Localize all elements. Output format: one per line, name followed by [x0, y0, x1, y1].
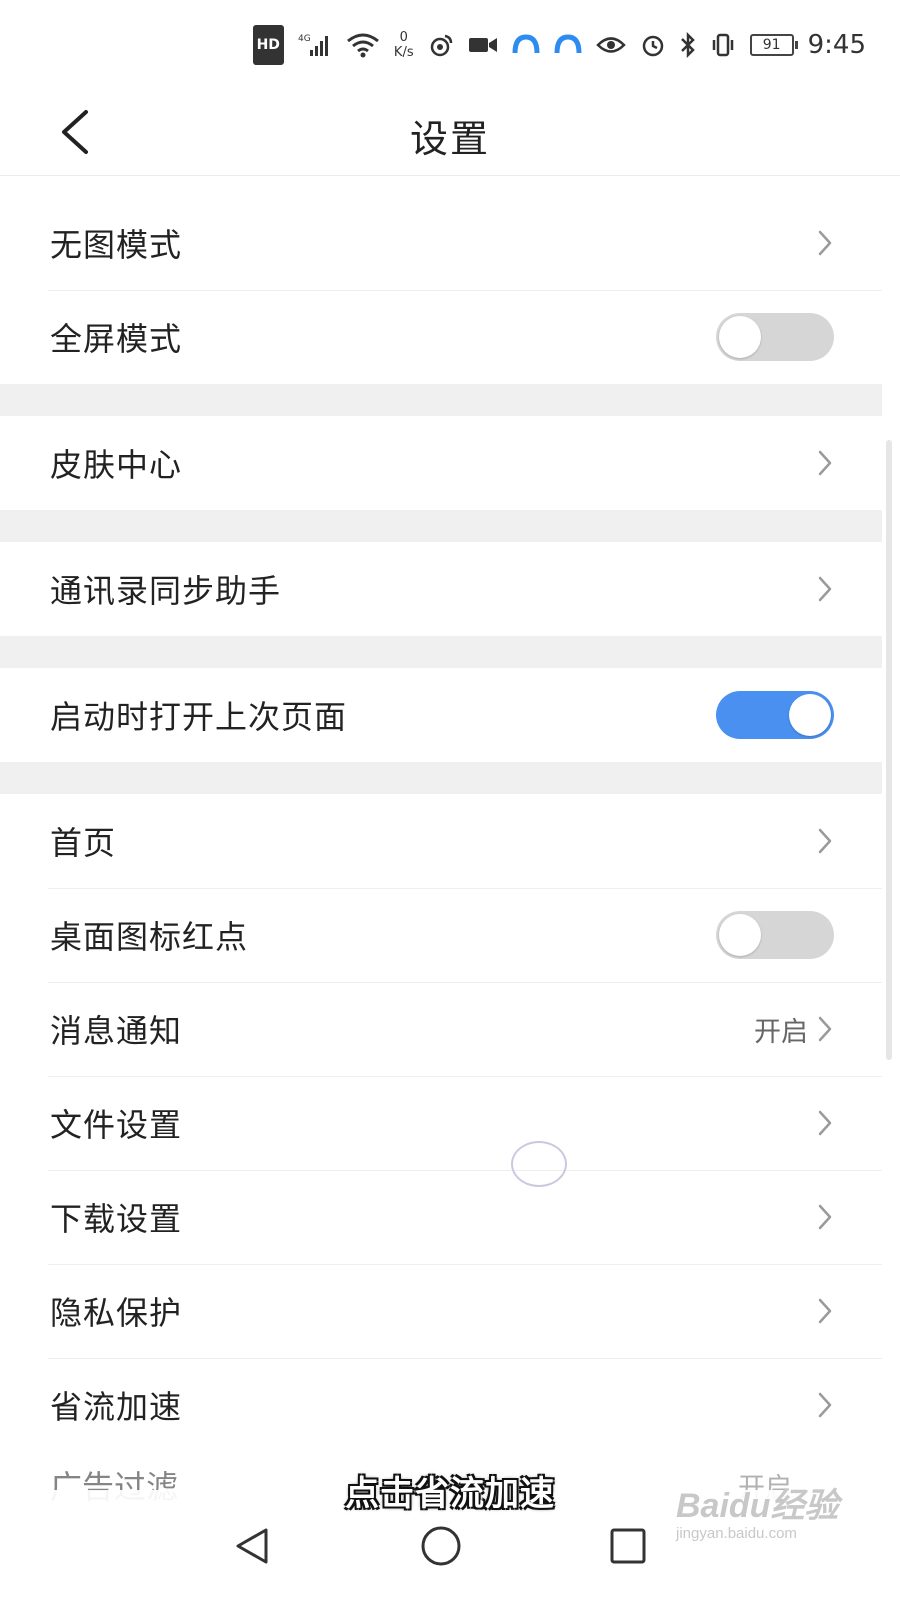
- group-separator: [0, 636, 882, 668]
- settings-row[interactable]: 启动时打开上次页面: [0, 668, 882, 762]
- network-type: 4G: [298, 34, 311, 44]
- settings-row[interactable]: 消息通知 开启: [0, 982, 882, 1076]
- alarm-icon: [640, 25, 666, 65]
- chevron-right-icon: [816, 448, 834, 478]
- settings-row[interactable]: 无图模式: [0, 196, 882, 290]
- row-divider: [48, 290, 882, 291]
- settings-row[interactable]: 省流加速: [0, 1358, 882, 1452]
- settings-row-label: 消息通知: [50, 1012, 183, 1050]
- chevron-right-icon: [816, 1202, 834, 1232]
- network-speed: 0 K/s: [394, 25, 414, 65]
- battery-icon: 91: [749, 34, 798, 56]
- signal-icon: 4G: [298, 25, 332, 65]
- app-icon-blue-1: [512, 25, 540, 65]
- wifi-icon: [346, 25, 380, 65]
- chevron-right-icon: [816, 228, 834, 258]
- toggle-knob: [719, 316, 761, 358]
- toggle-switch[interactable]: [716, 911, 834, 959]
- chevron-right-icon: [816, 574, 834, 604]
- settings-row[interactable]: 桌面图标红点: [0, 888, 882, 982]
- toggle-knob: [719, 914, 761, 956]
- bluetooth-icon: [680, 25, 696, 65]
- speed-value: 0: [399, 30, 408, 45]
- settings-row[interactable]: 皮肤中心: [0, 416, 882, 510]
- row-divider: [48, 1170, 882, 1171]
- settings-row-label: 文件设置: [50, 1106, 183, 1144]
- watermark-main: Baidu经验: [676, 1487, 839, 1525]
- toggle-knob: [789, 694, 831, 736]
- settings-list: 无图模式 全屏模式 皮肤中心 通讯录同步助手 启动时打开上次页面 首页 桌面图标红点 消息通知…: [0, 196, 882, 1452]
- hd-badge: HD: [252, 25, 284, 65]
- settings-row-label: 无图模式: [50, 226, 183, 264]
- touch-indicator: [511, 1141, 567, 1187]
- group-separator: [0, 762, 882, 794]
- speed-unit: K/s: [393, 45, 414, 60]
- chevron-right-icon: [816, 1108, 834, 1138]
- settings-row-label: 启动时打开上次页面: [50, 698, 348, 736]
- vibrate-icon: [710, 25, 736, 65]
- battery-level: 91: [762, 37, 781, 53]
- circle-home-icon: [421, 1526, 461, 1566]
- video-camera-icon: [468, 25, 498, 65]
- chevron-right-icon: [816, 1296, 834, 1326]
- chevron-right-icon: [816, 826, 834, 856]
- settings-row[interactable]: 首页: [0, 794, 882, 888]
- toggle-switch[interactable]: [716, 313, 834, 361]
- settings-row-label: 皮肤中心: [50, 446, 183, 484]
- triangle-back-icon: [236, 1528, 268, 1564]
- clock: 9:45: [807, 30, 866, 60]
- status-bar: HD 4G 0 K/s 91 9:45: [0, 0, 900, 90]
- row-divider: [48, 1264, 882, 1265]
- settings-row-label: 隐私保护: [50, 1294, 183, 1332]
- settings-row-label: 省流加速: [50, 1388, 183, 1426]
- group-separator: [0, 510, 882, 542]
- toggle-switch[interactable]: [716, 691, 834, 739]
- settings-row-label: 桌面图标红点: [50, 918, 249, 956]
- baidu-watermark: Baidu经验 jingyan.baidu.com: [676, 1478, 838, 1542]
- nav-home-button[interactable]: [411, 1518, 471, 1574]
- eye-icon: [595, 25, 626, 65]
- settings-row-label: 下载设置: [50, 1200, 183, 1238]
- nav-recent-button[interactable]: [598, 1518, 658, 1574]
- settings-row-label: 通讯录同步助手: [50, 572, 282, 610]
- chevron-right-icon: [816, 1390, 834, 1420]
- row-divider: [48, 982, 882, 983]
- settings-screen: HD 4G 0 K/s 91 9:45 设置 无图模式 全屏模式 皮肤中心 通讯…: [0, 0, 900, 1600]
- row-divider: [48, 1358, 882, 1359]
- settings-row-value: 开启: [754, 1016, 808, 1048]
- scrollbar[interactable]: [886, 440, 892, 1060]
- row-divider: [48, 888, 882, 889]
- settings-row[interactable]: 文件设置: [0, 1076, 882, 1170]
- row-divider: [48, 1076, 882, 1077]
- nav-back-button[interactable]: [222, 1518, 282, 1574]
- settings-row-label: 全屏模式: [50, 320, 183, 358]
- square-recent-icon: [610, 1528, 646, 1564]
- page-title: 设置: [409, 117, 490, 161]
- watermark-sub: jingyan.baidu.com: [676, 1525, 797, 1542]
- chevron-right-icon: [816, 1014, 834, 1044]
- settings-row[interactable]: 通讯录同步助手: [0, 542, 882, 636]
- weibo-icon: [428, 25, 454, 65]
- settings-row[interactable]: 隐私保护: [0, 1264, 882, 1358]
- app-icon-blue-2: [554, 25, 582, 65]
- settings-row-label: 首页: [50, 824, 117, 862]
- title-bar: 设置: [0, 90, 900, 176]
- settings-row[interactable]: 下载设置: [0, 1170, 882, 1264]
- settings-row[interactable]: 全屏模式: [0, 290, 882, 384]
- group-separator: [0, 384, 882, 416]
